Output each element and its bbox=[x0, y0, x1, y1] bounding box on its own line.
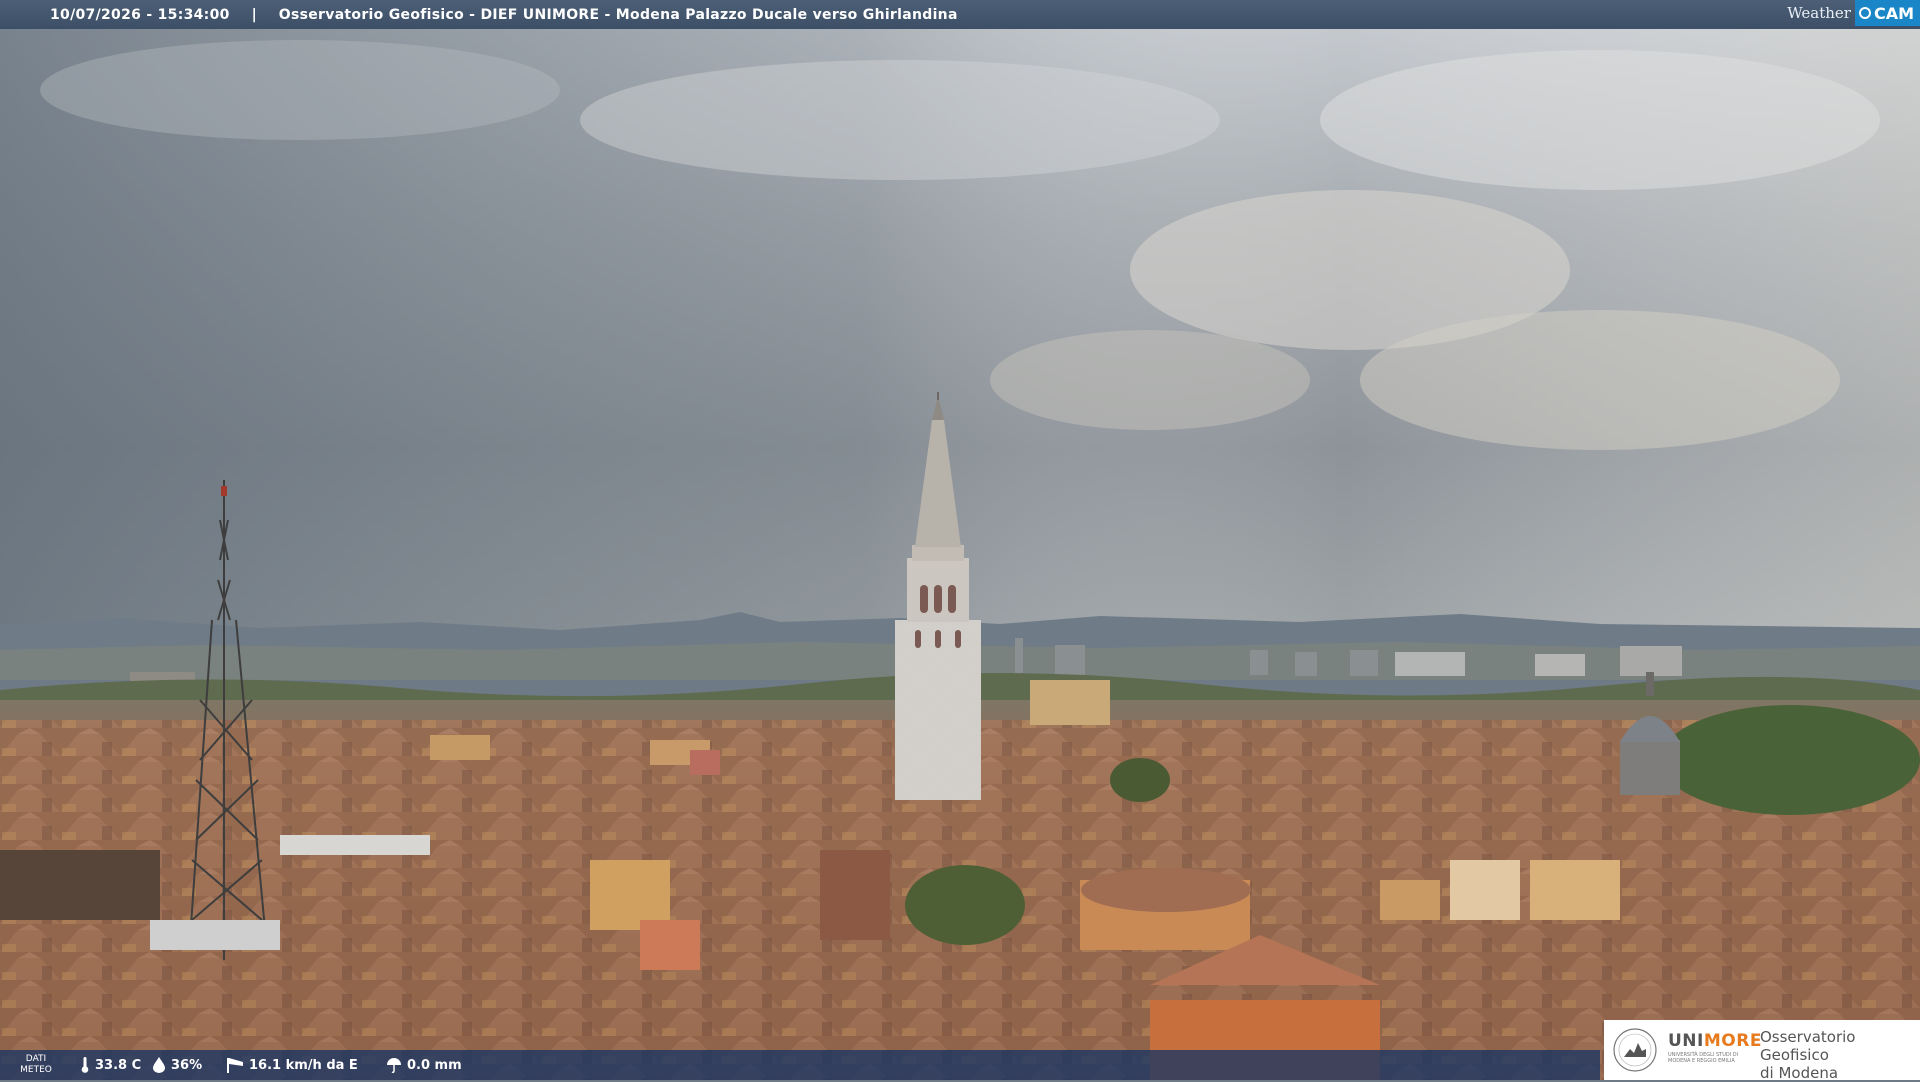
weather-data-label-line2: METEO bbox=[20, 1065, 52, 1075]
unimore-subtitle: UNIVERSITÀ DEGLI STUDI DI MODENA E REGGI… bbox=[1668, 1052, 1739, 1064]
wind-value: 16.1 km/h da E bbox=[249, 1057, 358, 1073]
humidity-reading: 36% bbox=[152, 1057, 202, 1073]
timestamp: 10/07/2026 - 15:34:00 bbox=[50, 6, 230, 23]
weathercam-logo-cam-text: CAM bbox=[1873, 3, 1914, 23]
temperature-value: 33.8 C bbox=[95, 1057, 142, 1073]
unimore-seal-icon bbox=[1613, 1028, 1657, 1072]
weathercam-logo-weather: Weather bbox=[1787, 4, 1851, 22]
weather-data-label-line1: DATI bbox=[25, 1054, 47, 1064]
humidity-value: 36% bbox=[171, 1057, 203, 1073]
observatory-name: Osservatorio Geofisico di Modena bbox=[1760, 1028, 1920, 1082]
windsock-icon bbox=[227, 1058, 243, 1073]
weathercam-logo-cam: CAM bbox=[1854, 0, 1920, 26]
rain-value: 0.0 mm bbox=[407, 1057, 462, 1073]
temperature-reading: 33.8 C bbox=[80, 1057, 141, 1073]
rain-reading: 0.0 mm bbox=[386, 1057, 462, 1073]
weather-data-label: DATI METEO bbox=[14, 1054, 58, 1076]
unimore-wordmark: UNIMORE bbox=[1668, 1031, 1762, 1051]
camera-lens-icon bbox=[1858, 7, 1871, 19]
header-separator: | bbox=[251, 6, 257, 23]
camera-location: Osservatorio Geofisico - DIEF UNIMORE - … bbox=[278, 6, 958, 23]
unimore-wordmark-prefix: UNI bbox=[1668, 1031, 1704, 1051]
weathercam-logo: Weather CAM bbox=[1787, 0, 1920, 26]
umbrella-icon bbox=[387, 1058, 401, 1073]
thermometer-icon bbox=[81, 1057, 89, 1073]
unimore-logo: UNIMORE UNIVERSITÀ DEGLI STUDI DI MODENA… bbox=[1604, 1020, 1920, 1082]
unimore-wordmark-suffix: MORE bbox=[1703, 1031, 1762, 1051]
wind-reading: 16.1 km/h da E bbox=[226, 1057, 358, 1073]
weather-data-bar: DATI METEO 33.8 C 36% 16.1 km/h da E 0.0… bbox=[0, 1050, 1600, 1080]
header-bar: 10/07/2026 - 15:34:00 | Osservatorio Geo… bbox=[0, 0, 1920, 29]
webcam-image bbox=[0, 0, 1920, 1080]
drop-icon bbox=[153, 1057, 165, 1073]
observatory-name-line1: Osservatorio Geofisico bbox=[1760, 1028, 1856, 1064]
observatory-name-line2: di Modena bbox=[1760, 1064, 1839, 1082]
